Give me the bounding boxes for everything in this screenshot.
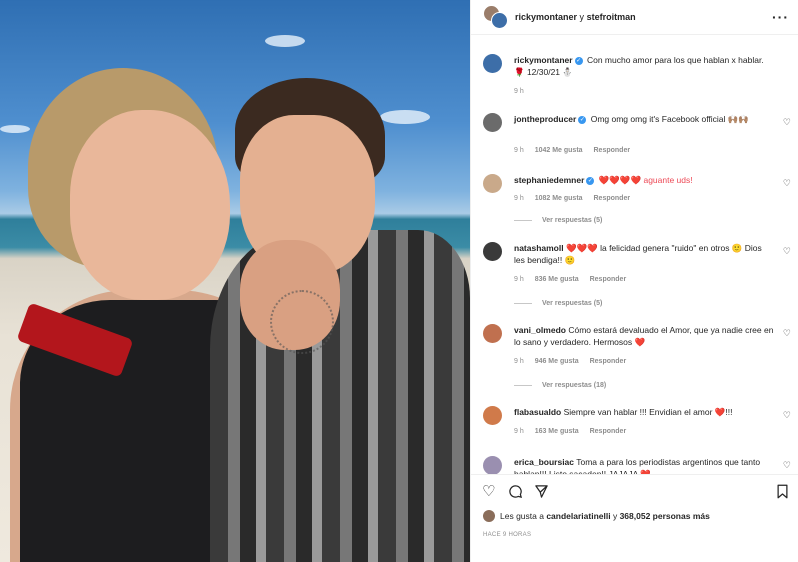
post-authors[interactable]: rickymontaner y stefroitman	[515, 12, 636, 22]
comment-username[interactable]: natashamoll	[514, 243, 564, 253]
cloud	[380, 110, 430, 124]
comment-username[interactable]: jontheproducer	[514, 114, 576, 124]
post-side-panel: rickymontaner y stefroitman ··· rickymon…	[470, 0, 798, 562]
reply-button[interactable]: Responder	[590, 358, 627, 365]
likes-summary[interactable]: Les gusta a candelariatinelli y 368,052 …	[483, 510, 793, 522]
comment-meta: 9 h 1042 Me gusta Responder	[514, 147, 639, 154]
comment-likes[interactable]: 946 Me gusta	[535, 358, 579, 365]
comment-time: 9 h	[514, 428, 524, 435]
replies-divider	[514, 219, 532, 221]
post-photo[interactable]	[0, 0, 470, 562]
view-replies-button[interactable]: Ver respuestas (5)	[514, 300, 602, 307]
comment-likes[interactable]: 1082 Me gusta	[535, 195, 583, 202]
view-replies-button[interactable]: Ver respuestas (18)	[514, 382, 606, 389]
replies-divider	[514, 302, 532, 304]
bookmark-icon[interactable]	[776, 484, 789, 502]
comments-feed[interactable]: rickymontaner ✓ Con mucho amor para los q…	[471, 34, 798, 474]
comment-username[interactable]: flabasualdo	[514, 407, 561, 417]
heart-icon[interactable]: ♡	[783, 178, 791, 189]
comment-time: 9 h	[514, 276, 524, 283]
comment-body: ❤️❤️❤️❤️ aguante uds!	[598, 175, 693, 185]
reply-button[interactable]: Responder	[594, 147, 631, 154]
avatar	[483, 510, 495, 522]
comment-body: Siempre van hablar !!! Envidian el amor …	[563, 407, 733, 417]
comment-likes[interactable]: 1042 Me gusta	[535, 147, 583, 154]
comment-text: flabasualdo Siempre van hablar !!! Envid…	[514, 406, 774, 418]
comment-likes[interactable]: 163 Me gusta	[535, 428, 579, 435]
comment-text: vani_olmedo Cómo estará devaluado el Amo…	[514, 324, 774, 348]
likes-prefix: Les gusta a	[500, 511, 544, 521]
post-view: rickymontaner y stefroitman ··· rickymon…	[0, 0, 798, 562]
likes-user-link[interactable]: candelariatinelli	[546, 511, 610, 521]
comment-text: natashamoll ❤️❤️❤️ la felicidad genera "…	[514, 242, 774, 266]
reply-button[interactable]: Responder	[594, 195, 631, 202]
comment-meta: 9 h 836 Me gusta Responder	[514, 276, 635, 283]
cloud	[0, 125, 30, 133]
share-icon[interactable]	[534, 484, 549, 502]
woman-face	[70, 110, 230, 300]
heart-icon[interactable]: ♡	[783, 328, 791, 339]
view-replies-button[interactable]: Ver respuestas (5)	[514, 217, 602, 224]
heart-icon[interactable]: ♡	[783, 460, 791, 471]
post-timestamp: HACE 9 HORAS	[483, 532, 532, 538]
comment-body: Omg omg omg it's Facebook official 🙌🏽🙌🏽	[590, 114, 749, 124]
verified-icon: ✓	[586, 176, 595, 185]
verified-icon: ✓	[574, 56, 583, 65]
caption-time: 9 h	[514, 88, 524, 95]
avatar[interactable]	[483, 113, 502, 132]
heart-icon[interactable]: ♡	[783, 117, 791, 128]
heart-icon[interactable]: ♡	[482, 484, 495, 499]
post-actions-bar: ♡	[471, 474, 798, 507]
comment-meta: 9 h 1082 Me gusta Responder	[514, 195, 639, 202]
avatar[interactable]	[483, 456, 502, 474]
comment-likes[interactable]: 836 Me gusta	[535, 276, 579, 283]
comment-time: 9 h	[514, 147, 524, 154]
comment-username[interactable]: vani_olmedo	[514, 325, 566, 335]
avatar[interactable]	[483, 324, 502, 343]
comment-meta: 9 h 946 Me gusta Responder	[514, 358, 635, 365]
comment-text: jontheproducer ✓ Omg omg omg it's Faceboo…	[514, 113, 774, 125]
avatar	[491, 12, 508, 29]
replies-divider	[514, 384, 532, 386]
view-replies-label[interactable]: Ver respuestas (5)	[542, 217, 602, 224]
heart-icon[interactable]: ♡	[783, 246, 791, 257]
comment-icon[interactable]	[508, 484, 523, 502]
reply-button[interactable]: Responder	[590, 276, 627, 283]
post-header: rickymontaner y stefroitman ···	[471, 0, 798, 35]
likes-count[interactable]: 368,052 personas más	[620, 511, 710, 521]
caption-meta: 9 h	[514, 88, 533, 95]
author-link[interactable]: stefroitman	[587, 12, 636, 22]
comment-username[interactable]: stephaniedemner	[514, 175, 584, 185]
author-separator: y	[579, 12, 585, 22]
comment-meta: 9 h 163 Me gusta Responder	[514, 428, 635, 435]
comment-time: 9 h	[514, 358, 524, 365]
cloud	[265, 35, 305, 47]
avatar[interactable]	[483, 174, 502, 193]
avatar[interactable]	[483, 406, 502, 425]
hand-tattoo	[270, 290, 334, 354]
heart-icon[interactable]: ♡	[783, 410, 791, 421]
view-replies-label[interactable]: Ver respuestas (5)	[542, 300, 602, 307]
likes-middle: y	[612, 511, 618, 521]
author-link[interactable]: rickymontaner	[515, 12, 577, 22]
more-options-icon[interactable]: ···	[772, 9, 789, 25]
collab-avatars[interactable]	[483, 5, 508, 29]
comment-username[interactable]: erica_boursiac	[514, 457, 574, 467]
comment-text: erica_boursiac Toma a para los periodist…	[514, 456, 774, 474]
comment-text: stephaniedemner ✓ ❤️❤️❤️❤️ aguante uds!	[514, 174, 774, 186]
view-replies-label[interactable]: Ver respuestas (18)	[542, 382, 606, 389]
reply-button[interactable]: Responder	[590, 428, 627, 435]
caption-username[interactable]: rickymontaner	[514, 55, 573, 65]
verified-icon: ✓	[578, 115, 587, 124]
caption-text: rickymontaner ✓ Con mucho amor para los q…	[514, 54, 774, 78]
comment-time: 9 h	[514, 195, 524, 202]
avatar[interactable]	[483, 242, 502, 261]
avatar[interactable]	[483, 54, 502, 73]
